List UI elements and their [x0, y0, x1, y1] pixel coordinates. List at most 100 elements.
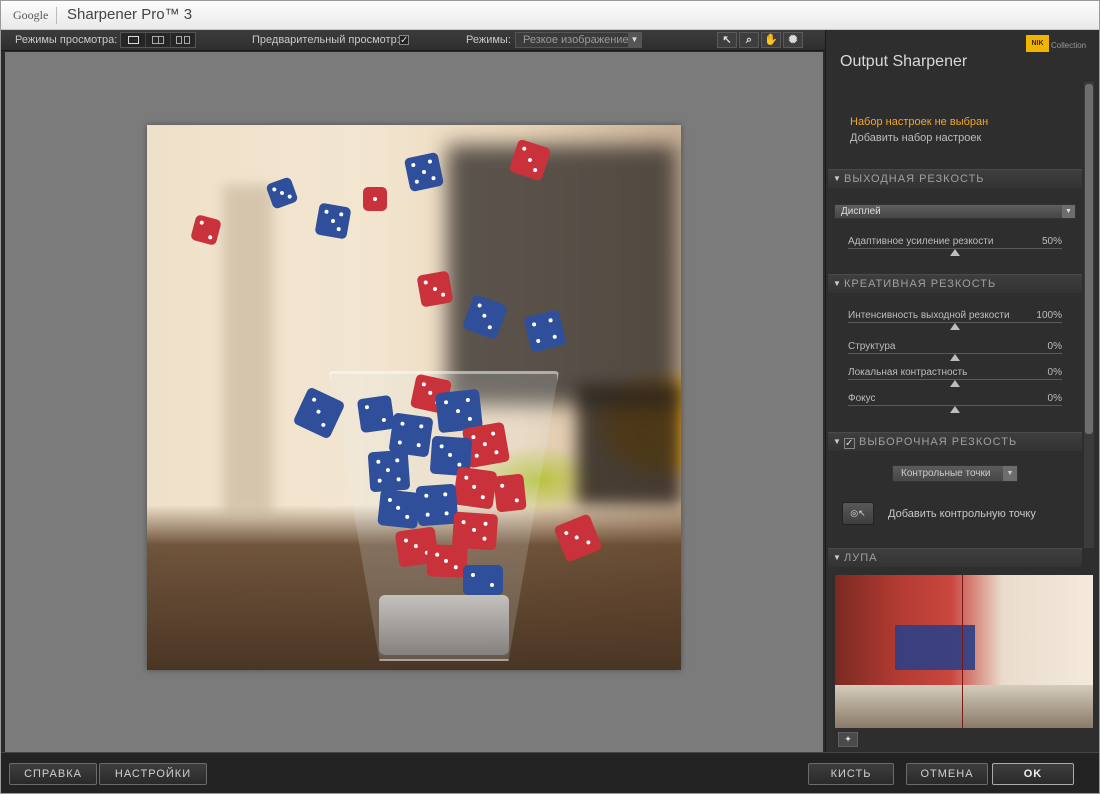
zoom-icon: ⌕ [745, 34, 753, 46]
toolbar: Режимы просмотра: Предварительный просмо… [1, 30, 825, 51]
slider-handle[interactable] [950, 323, 960, 330]
die-blue [415, 483, 459, 527]
section-loupe-label: ЛУПА [844, 552, 878, 564]
scrollbar-thumb[interactable] [1085, 84, 1093, 434]
slider-label: Локальная контрастность [848, 367, 968, 378]
background-shadow [447, 145, 677, 405]
view-split-button[interactable] [146, 33, 171, 47]
loupe-split-line[interactable] [962, 575, 963, 728]
die-blue [367, 449, 411, 493]
bulb-tool-button[interactable]: ✺ [783, 32, 803, 48]
die-red [493, 473, 527, 513]
bottom-bar: СПРАВКА НАСТРОЙКИ КИСТЬ ОТМЕНА OK [1, 752, 1099, 793]
single-view-icon [127, 36, 139, 44]
loupe-glass-base [835, 685, 1093, 728]
die-blue [356, 394, 396, 434]
glass-base [379, 595, 509, 655]
slider-label: Структура [848, 341, 896, 352]
selective-sharpening-checkbox[interactable]: ✓ [844, 438, 855, 449]
chevron-down-icon: ▼ [628, 33, 641, 47]
control-points-value: Контрольные точки [901, 468, 991, 479]
cancel-button[interactable]: ОТМЕНА [906, 763, 988, 785]
slider-handle[interactable] [950, 406, 960, 413]
hand-tool-button[interactable]: ✋ [761, 32, 781, 48]
google-logo: Google [13, 8, 49, 22]
chevron-down-icon: ▼ [1003, 466, 1017, 481]
background-object [577, 385, 681, 505]
title-bar: Google Sharpener Pro™ 3 [1, 1, 1099, 30]
side-by-side-icon [176, 36, 190, 44]
die-red [452, 466, 498, 510]
die-blue [403, 151, 445, 193]
panel-scrollbar[interactable] [1084, 82, 1094, 548]
view-single-button[interactable] [121, 33, 146, 47]
slider-value: 0% [1047, 341, 1062, 352]
structure-slider[interactable]: Структура 0% [848, 341, 1062, 361]
output-device-select[interactable]: Дисплей ▼ [834, 204, 1076, 219]
add-control-point-label: Добавить контрольную точку [888, 508, 1036, 520]
slider-handle[interactable] [950, 380, 960, 387]
output-sharpening-strength-slider[interactable]: Интенсивность выходной резкости 100% [848, 310, 1062, 330]
adaptive-sharpening-slider[interactable]: Адаптивное усиление резкости 50% [848, 236, 1062, 256]
app-window: Google Sharpener Pro™ 3 Режимы просмотра… [0, 0, 1100, 794]
adaptive-sharpening-value: 50% [1041, 236, 1062, 247]
preview-checkbox[interactable]: ✓ [399, 35, 409, 46]
help-button[interactable]: СПРАВКА [9, 763, 97, 785]
section-loupe[interactable]: ▼ ЛУПА [828, 548, 1082, 567]
view-side-by-side-button[interactable] [171, 33, 195, 47]
triangle-down-icon: ▼ [833, 279, 842, 288]
adaptive-sharpening-label: Адаптивное усиление резкости [848, 236, 994, 247]
slider-handle[interactable] [950, 354, 960, 361]
chevron-down-icon: ▼ [1062, 205, 1075, 218]
slider-value: 0% [1047, 367, 1062, 378]
slider-handle[interactable] [950, 249, 960, 256]
section-creative-sharpening[interactable]: ▼ КРЕАТИВНАЯ РЕЗКОСТЬ [828, 274, 1082, 293]
preset-status[interactable]: Набор настроек не выбран [850, 116, 988, 128]
preview-canvas[interactable] [5, 52, 823, 752]
triangle-down-icon: ▼ [833, 437, 842, 446]
tool-buttons: ↖ ⌕ ✋ ✺ [717, 32, 803, 48]
die-red [426, 544, 468, 578]
pointer-tool-button[interactable]: ↖ [717, 32, 737, 48]
modes-label: Режимы: [466, 34, 511, 46]
title-divider [56, 7, 57, 24]
section-selective-label: ВЫБОРОЧНАЯ РЕЗКОСТЬ [859, 436, 1018, 448]
die-red [363, 187, 387, 211]
view-mode-group [120, 32, 196, 48]
section-selective-sharpening[interactable]: ▼ ✓ ВЫБОРОЧНАЯ РЕЗКОСТЬ [828, 432, 1082, 451]
preview-label: Предварительный просмотр: [252, 34, 400, 46]
slider-value: 0% [1047, 393, 1062, 404]
die-blue [377, 489, 421, 529]
zoom-tool-button[interactable]: ⌕ [739, 32, 759, 48]
section-output-sharpening[interactable]: ▼ ВЫХОДНАЯ РЕЗКОСТЬ [828, 169, 1082, 188]
ok-button[interactable]: OK [992, 763, 1074, 785]
add-preset-link[interactable]: Добавить набор настроек [850, 132, 981, 144]
add-control-point-button[interactable]: ◎↖ [842, 502, 874, 525]
section-creative-label: КРЕАТИВНАЯ РЕЗКОСТЬ [844, 278, 997, 290]
die-red [190, 214, 222, 246]
hand-icon: ✋ [764, 34, 778, 46]
settings-panel: NIK Collection Output Sharpener Набор на… [825, 30, 1099, 752]
loupe-blue-dice [895, 625, 975, 670]
focus-slider[interactable]: Фокус 0% [848, 393, 1062, 413]
pointer-icon: ↖ [722, 34, 732, 46]
split-view-icon [152, 36, 164, 44]
mode-select-value: Резкое изображение [523, 34, 629, 46]
preview-image[interactable] [147, 125, 681, 670]
loupe-view[interactable] [835, 575, 1093, 728]
slider-value: 100% [1036, 310, 1062, 321]
mode-select[interactable]: Резкое изображение ▼ [515, 32, 642, 48]
slider-label: Интенсивность выходной резкости [848, 310, 1010, 321]
die-blue [314, 202, 352, 240]
loupe-pin-button[interactable]: ✦ [838, 732, 858, 747]
control-points-select[interactable]: Контрольные точки ▼ [892, 465, 1018, 482]
nik-logo: NIK [1026, 35, 1049, 52]
triangle-down-icon: ▼ [833, 174, 842, 183]
die-red [553, 513, 603, 563]
panel-title: Output Sharpener [840, 53, 968, 70]
pin-icon: ✦ [844, 734, 852, 744]
settings-button[interactable]: НАСТРОЙКИ [99, 763, 207, 785]
local-contrast-slider[interactable]: Локальная контрастность 0% [848, 367, 1062, 387]
brush-button[interactable]: КИСТЬ [808, 763, 894, 785]
app-title: Sharpener Pro™ 3 [67, 6, 193, 23]
